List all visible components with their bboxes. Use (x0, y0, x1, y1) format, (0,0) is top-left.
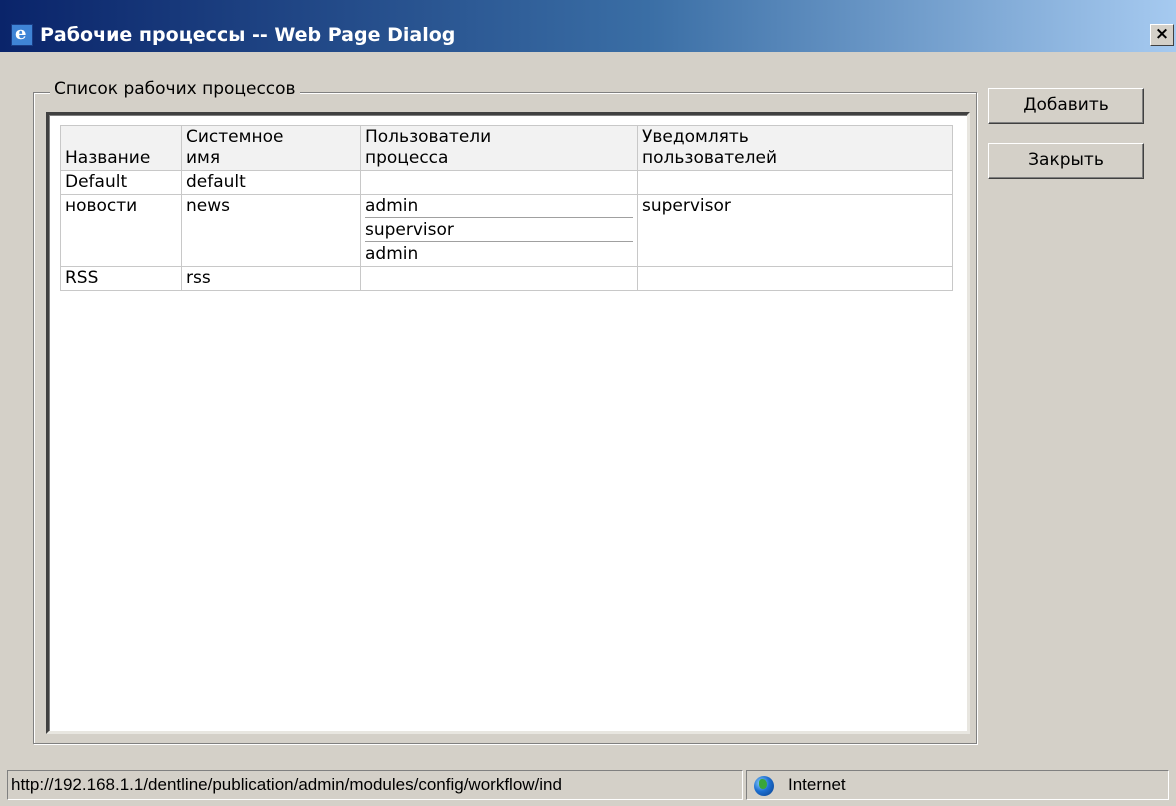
window-title: Рабочие процессы -- Web Page Dialog (40, 24, 456, 46)
ie-icon: e (11, 23, 33, 46)
user-item: admin (365, 196, 633, 218)
cell-system-name: rss (181, 266, 361, 291)
table-header-row: Название Системное имя Пользователи проц… (60, 125, 953, 171)
cell-users (360, 170, 638, 195)
cell-system-name: default (181, 170, 361, 195)
cell-notify: supervisor (637, 194, 953, 267)
status-zone-label: Internet (788, 775, 846, 794)
header-notify-users-line2: пользователей (642, 148, 778, 168)
header-process-users-line2: процесса (365, 148, 449, 168)
workflow-table: Название Системное имя Пользователи проц… (60, 125, 953, 291)
cell-users: admin supervisor admin (360, 194, 638, 267)
close-button[interactable]: Закрыть (988, 143, 1144, 179)
cell-name[interactable]: Default (60, 170, 182, 195)
cell-users (360, 266, 638, 291)
close-window-button[interactable]: × (1150, 24, 1174, 46)
header-system-name-line1: Системное (186, 127, 284, 147)
table-row[interactable]: новости news admin supervisor admin supe… (60, 194, 953, 267)
user-item: supervisor (365, 220, 633, 242)
cell-name[interactable]: новости (60, 194, 182, 267)
header-process-users: Пользователи процесса (360, 125, 638, 171)
table-row[interactable]: RSS rss (60, 266, 953, 291)
cell-name[interactable]: RSS (60, 266, 182, 291)
cell-notify (637, 170, 953, 195)
globe-icon (754, 776, 774, 796)
header-process-users-line1: Пользователи (365, 127, 492, 147)
status-url: http://192.168.1.1/dentline/publication/… (7, 770, 743, 800)
header-notify-users: Уведомлять пользователей (637, 125, 953, 171)
header-system-name-line2: имя (186, 148, 221, 168)
cell-system-name: news (181, 194, 361, 267)
header-notify-users-line1: Уведомлять (642, 127, 749, 147)
cell-notify (637, 266, 953, 291)
user-item: admin (365, 244, 419, 264)
header-name: Название (60, 125, 182, 171)
header-system-name: Системное имя (181, 125, 361, 171)
groupbox-legend: Список рабочих процессов (50, 79, 300, 99)
table-row[interactable]: Default default (60, 170, 953, 195)
add-button[interactable]: Добавить (988, 88, 1144, 124)
